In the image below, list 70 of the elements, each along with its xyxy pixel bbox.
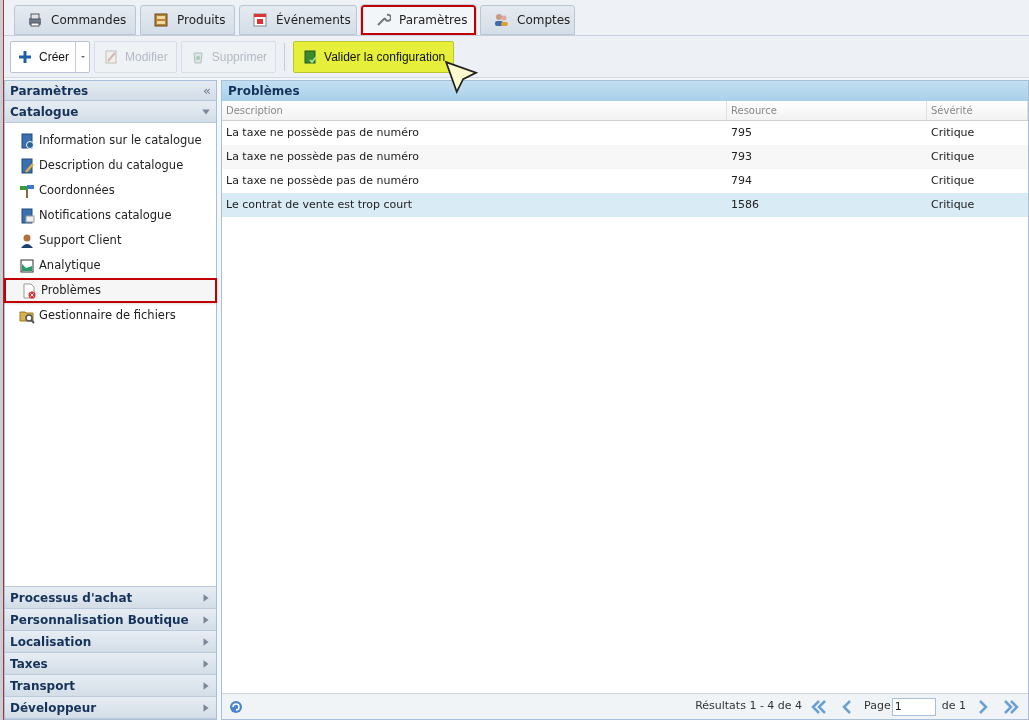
signpost-icon (19, 182, 35, 199)
person-icon (19, 232, 35, 249)
sidebar-item[interactable]: Problèmes (4, 278, 217, 303)
table-row[interactable]: La taxe ne possède pas de numéro 793 Critique (222, 145, 1028, 169)
printer-icon (27, 12, 43, 28)
chart-icon (19, 257, 35, 274)
table-cell-text: Critique (930, 196, 976, 213)
table-cell-text: Critique (930, 148, 976, 165)
table-cell-text: Le contrat de vente est trop court (225, 196, 414, 213)
section-header[interactable]: Processus d'achat (5, 587, 216, 609)
expand-arrow-icon (201, 592, 211, 603)
table-cell-text: La taxe ne possède pas de numéro (225, 172, 420, 189)
table-cell-text: La taxe ne possède pas de numéro (225, 124, 420, 141)
column-header[interactable]: Description (222, 101, 727, 120)
results-count: Résultats 1 - 4 de 4 (695, 698, 803, 715)
book-pencil-icon (19, 157, 35, 174)
book-info-icon (19, 132, 35, 149)
table-cell-text: 793 (730, 148, 753, 165)
expand-arrow-icon (201, 680, 211, 691)
column-header[interactable]: Resource (727, 101, 927, 120)
sidebar-title: Paramètres (10, 82, 89, 100)
column-header[interactable]: Sévérité (927, 101, 1028, 120)
plus-icon (17, 48, 33, 65)
tab[interactable]: Commandes (14, 5, 136, 35)
sidebar-item[interactable]: Analytique (5, 253, 216, 278)
page-label: Page (864, 698, 891, 715)
page-count: de 1 (941, 698, 966, 715)
table-row[interactable]: Le contrat de vente est trop court 1586 Critique (222, 193, 1028, 217)
sidebar-item[interactable]: Description du catalogue (5, 153, 216, 178)
expand-arrow-icon (201, 702, 211, 713)
tab[interactable]: Comptes (480, 5, 575, 35)
note-icon (103, 48, 119, 65)
section-header[interactable]: Personnalisation Boutique (5, 609, 216, 631)
cabinet-icon (153, 12, 169, 28)
table-cell-text: 1586 (730, 196, 760, 213)
tab[interactable]: Paramètres (361, 5, 476, 35)
section-header[interactable]: Localisation (5, 631, 216, 653)
double-chevron-left-icon (811, 698, 828, 715)
pointer-arrow-icon (444, 59, 479, 94)
refresh-icon (228, 698, 244, 715)
expand-arrow-icon (201, 636, 211, 647)
book-envelope-icon (19, 207, 35, 224)
table-cell-text: 795 (730, 124, 753, 141)
collapse-button[interactable]: « (203, 84, 211, 97)
wrench-icon (375, 12, 391, 28)
panel-title: Problèmes (222, 81, 1028, 101)
section-header[interactable]: Taxes (5, 653, 216, 675)
sidebar-item[interactable]: Gestionnaire de fichiers (5, 303, 216, 328)
tab[interactable]: Produits (140, 5, 235, 35)
page-input[interactable]: 1 (891, 697, 936, 716)
expand-arrow-icon (201, 658, 211, 669)
section-header[interactable]: Développeur (5, 697, 216, 719)
expand-arrow-icon (201, 614, 211, 625)
users-icon (493, 12, 509, 28)
sidebar-item[interactable]: Coordonnées (5, 178, 216, 203)
sidebar-item[interactable]: Support Client (5, 228, 216, 253)
table-cell-text: La taxe ne possède pas de numéro (225, 148, 420, 165)
section-header[interactable]: Transport (5, 675, 216, 697)
table-cell-text: Critique (930, 124, 976, 141)
double-chevron-right-icon (1003, 698, 1019, 715)
calendar-icon (252, 12, 268, 28)
sidebar-item[interactable]: Information sur le catalogue (5, 128, 216, 153)
book-icon (302, 48, 319, 65)
sidebar-item[interactable]: Notifications catalogue (5, 203, 216, 228)
tab[interactable]: Événements (239, 5, 357, 35)
section-header[interactable]: Catalogue (5, 101, 216, 123)
toolbar-button[interactable]: Valider la configuration (293, 40, 455, 73)
table-cell-text: 794 (730, 172, 753, 189)
table-cell-text: Critique (930, 172, 976, 189)
document-error-icon (21, 282, 37, 299)
